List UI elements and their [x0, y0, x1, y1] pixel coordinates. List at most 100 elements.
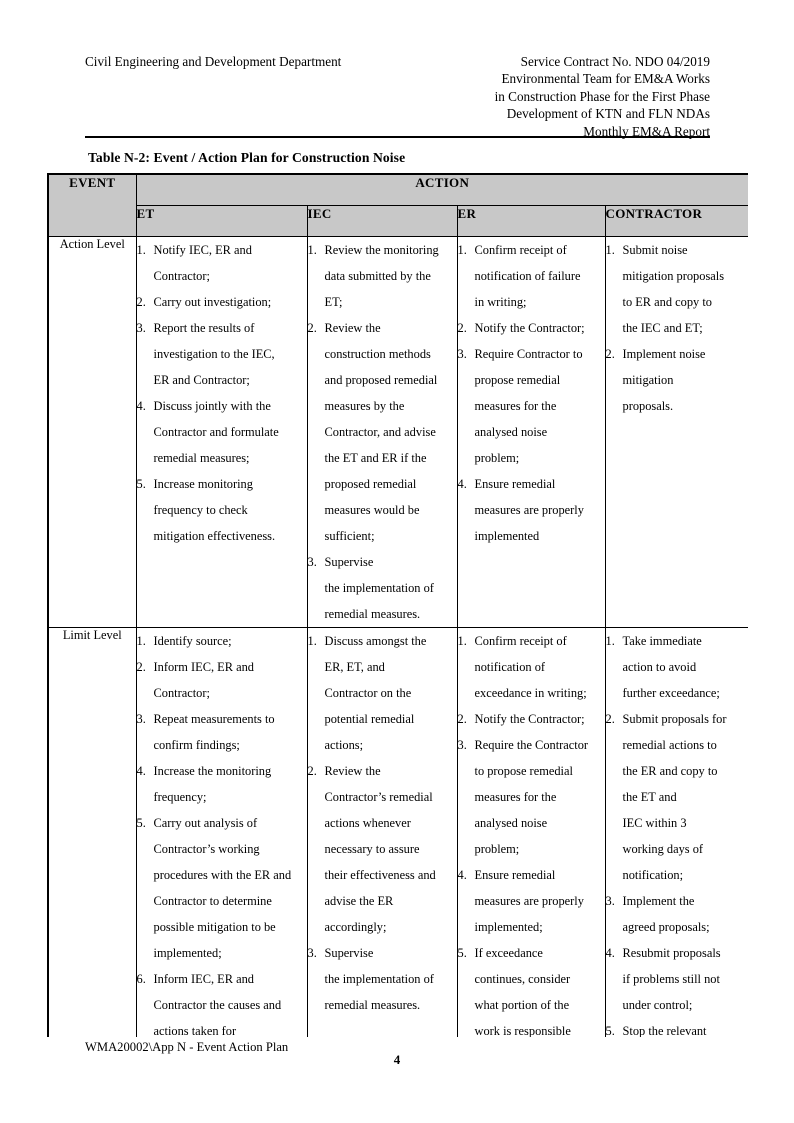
action-item-line: construction methods	[324, 346, 431, 361]
action-item-line: and proposed remedial	[324, 372, 438, 387]
event-level-label: Limit Level	[47, 626, 137, 1037]
action-item-line: notification of failure	[474, 268, 581, 283]
action-item-line: accordingly;	[324, 919, 387, 934]
action-item: Resubmit proposals if problems still not u…	[606, 940, 749, 1018]
action-item-line: Stop the relevant	[622, 1023, 707, 1038]
action-item-line: advise the ER	[324, 893, 394, 908]
action-item: Repeat measurements to confirm findings;	[137, 706, 307, 758]
document-page: Civil Engineering and Development Depart…	[0, 0, 794, 1123]
action-item: Stop the relevantportion of works as	[606, 1018, 749, 1038]
header-department: Civil Engineering and Development Depart…	[85, 54, 342, 69]
action-item: Increase the monitoring frequency;	[137, 758, 307, 810]
action-item-line: Ensure remedial	[474, 867, 556, 882]
action-item: Carry out investigation;	[137, 289, 307, 315]
action-item-line: actions;	[324, 737, 364, 752]
header-right-line-2: Environmental Team for EM&A Works	[501, 71, 711, 87]
action-item-line: if problems still not	[622, 971, 720, 986]
action-item-line: the ER and copy to	[622, 763, 718, 778]
action-item-line: mitigation proposals	[622, 268, 725, 283]
action-item-line: notification;	[622, 867, 684, 882]
action-item-line: to propose remedial	[474, 763, 573, 778]
action-list-contractor: Submit noise mitigation proposals to ER an…	[606, 237, 749, 419]
action-item-line: the ET and	[622, 789, 677, 804]
header-right-line-1: Service Contract No. NDO 04/2019	[520, 54, 710, 69]
action-list-et: Notify IEC, ER and Contractor; Carry out i…	[137, 237, 307, 549]
action-item-line: Resubmit proposals	[622, 945, 721, 960]
action-item-line: investigation to the IEC,	[153, 346, 275, 361]
action-item-line: the implementation of	[324, 971, 434, 986]
action-item: Review the Contractor’s remedial actions w…	[308, 758, 457, 940]
table-header-row-top: EVENT ACTION	[47, 173, 748, 237]
event-level-label: Action Level	[47, 235, 137, 628]
action-item-line: Supervise	[324, 945, 374, 960]
action-item-line: Report the results of	[153, 320, 255, 335]
action-list-er: Confirm receipt of notification of exceeda…	[458, 628, 605, 1038]
action-list-er: Confirm receipt of notification of failur…	[458, 237, 605, 549]
action-item-line: mitigation effectiveness.	[153, 528, 276, 543]
action-cell-iec: Discuss amongst the ER, ET, and Contractor…	[306, 626, 458, 1037]
action-item-line: measures are properly	[474, 893, 584, 908]
action-item: Discuss amongst the ER, ET, and Contractor…	[308, 628, 457, 758]
footer-page-number: 4	[393, 1052, 401, 1067]
action-item-line: Review the	[324, 320, 381, 335]
action-item-line: Notify the Contractor;	[474, 320, 585, 335]
action-item-line: their effectiveness and	[324, 867, 436, 882]
action-item-line: the ET and ER if the	[324, 450, 427, 465]
action-cell-et: Identify source; Inform IEC, ER and Contra…	[135, 626, 308, 1038]
table-row: Action Level Notify IEC, ER and Contracto…	[47, 235, 749, 628]
action-item-line: Notify the Contractor;	[474, 711, 585, 726]
action-item: Review the monitoring data submitted by t…	[308, 237, 457, 315]
action-cell-contractor: Take immediate action to avoid further exc…	[604, 626, 749, 1038]
column-header-er: ER	[456, 204, 606, 237]
action-item-line: Review the monitoring	[324, 242, 439, 257]
action-item-line: remedial measures.	[324, 997, 421, 1012]
action-item-line: agreed proposals;	[622, 919, 710, 934]
action-item-line: measures for the	[474, 398, 557, 413]
table-row: Limit Level Identify source; Inform IEC, …	[47, 626, 749, 1038]
action-item-line: procedures with the ER and	[153, 867, 292, 882]
action-item-line: Increase monitoring	[153, 476, 253, 491]
header-contract-block: Service Contract No. NDO 04/2019 Environ…	[495, 53, 710, 140]
action-cell-contractor: Submit noise mitigation proposals to ER an…	[604, 235, 749, 628]
action-item: If exceedance continues, consider what por…	[458, 940, 605, 1038]
action-item-line: Contractor;	[153, 268, 210, 283]
action-item-line: Increase the monitoring	[153, 763, 272, 778]
action-item-line: Take immediate	[622, 633, 702, 648]
action-item-line: Contractor’s working	[153, 841, 260, 856]
action-item-line: actions taken for	[153, 1023, 237, 1038]
action-item-line: If exceedance	[474, 945, 543, 960]
action-item-line: implemented;	[474, 919, 543, 934]
action-cell-et: Notify IEC, ER and Contractor; Carry out i…	[135, 235, 308, 628]
action-item-line: action to avoid	[622, 659, 697, 674]
action-item-line: Contractor to determine	[153, 893, 272, 908]
action-item-line: Contractor on the	[324, 685, 412, 700]
column-header-action: ACTION	[135, 173, 748, 206]
action-item-line: Submit noise	[622, 242, 688, 257]
action-item: Inform IEC, ER and Contractor the causes …	[137, 966, 307, 1038]
action-item-line: work is responsible	[474, 1023, 571, 1038]
action-item-line: continues, consider	[474, 971, 571, 986]
action-item-line: problem;	[474, 841, 520, 856]
action-item: Notify IEC, ER and Contractor;	[137, 237, 307, 289]
action-item-line: actions whenever	[324, 815, 411, 830]
action-item: Require Contractor to propose remedial mea…	[458, 341, 605, 471]
table-caption: Table N-2: Event / Action Plan for Const…	[88, 150, 406, 165]
action-item-line: sufficient;	[324, 528, 375, 543]
header-right-line-4: Development of KTN and FLN NDAs	[506, 106, 710, 122]
action-item-line: ER, ET, and	[324, 659, 385, 674]
action-item-line: Contractor’s remedial	[324, 789, 433, 804]
action-item-line: frequency;	[153, 789, 207, 804]
header-divider-rule	[85, 136, 710, 138]
action-item: Carry out analysis of Contractor’s workin…	[137, 810, 307, 966]
action-item: Submit noise mitigation proposals to ER an…	[606, 237, 749, 341]
action-item: Ensure remedial measures are properly impl…	[458, 471, 605, 549]
table-header-row-sub: ET IEC ER CONTRACTOR	[48, 204, 748, 237]
action-item: Inform IEC, ER and Contractor;	[137, 654, 307, 706]
column-header-iec: IEC	[306, 204, 458, 237]
action-item-line: necessary to assure	[324, 841, 420, 856]
action-item: Notify the Contractor;	[458, 706, 605, 732]
action-item-line: Discuss jointly with the	[153, 398, 271, 413]
action-item: Report the results of investigation to th…	[137, 315, 307, 393]
action-item-line: frequency to check	[153, 502, 248, 517]
action-item-line: Ensure remedial	[474, 476, 556, 491]
